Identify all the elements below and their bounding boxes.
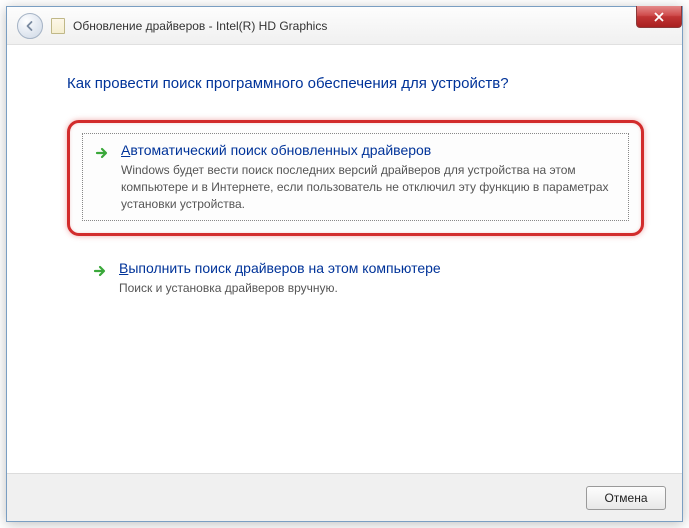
option-auto-search[interactable]: Автоматический поиск обновленных драйвер… [67,120,644,236]
titlebar: Обновление драйверов - Intel(R) HD Graph… [7,7,682,45]
arrow-right-icon [91,262,109,280]
close-button[interactable] [636,6,682,28]
option-manual-search[interactable]: Выполнить поиск драйверов на этом компью… [67,250,644,309]
cancel-button[interactable]: Отмена [586,486,666,510]
option-description: Windows будет вести поиск последних верс… [121,162,618,212]
content-area: Как провести поиск программного обеспече… [7,45,682,473]
back-arrow-icon [24,20,36,32]
page-heading: Как провести поиск программного обеспече… [67,75,644,92]
option-title: Автоматический поиск обновленных драйвер… [121,142,618,158]
footer-bar: Отмена [7,473,682,521]
document-icon [51,18,65,34]
option-description: Поиск и установка драйверов вручную. [119,280,620,297]
dialog-window: Обновление драйверов - Intel(R) HD Graph… [6,6,683,522]
back-button[interactable] [17,13,43,39]
option-title: Выполнить поиск драйверов на этом компью… [119,260,620,276]
close-icon [654,12,664,22]
arrow-right-icon [93,144,111,162]
window-title: Обновление драйверов - Intel(R) HD Graph… [73,19,327,33]
